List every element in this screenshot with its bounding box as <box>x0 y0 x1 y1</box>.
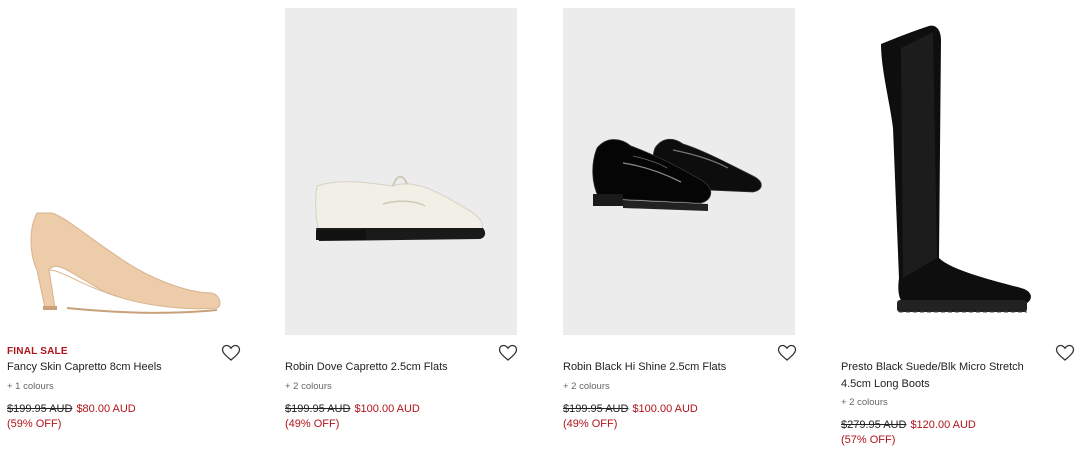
sale-price: $80.00 AUD <box>76 403 136 415</box>
original-price: $279.95 AUD <box>841 419 907 431</box>
heart-outline-icon[interactable] <box>498 344 518 362</box>
product-image[interactable] <box>285 8 517 335</box>
colour-count[interactable]: + 2 colours <box>285 381 332 392</box>
product-card[interactable]: Robin Black Hi Shine 2.5cm Flats + 2 col… <box>563 0 803 453</box>
product-image[interactable] <box>841 8 1073 335</box>
product-name[interactable]: Fancy Skin Capretto 8cm Heels <box>7 359 217 376</box>
long-boot-image <box>881 25 1031 313</box>
final-sale-badge: FINAL SALE <box>7 346 68 357</box>
black-loafer-image <box>592 138 762 211</box>
original-price: $199.95 AUD <box>563 403 629 415</box>
product-card[interactable]: Presto Black Suede/Blk Micro Stretch 4.5… <box>841 0 1080 453</box>
discount-label: (49% OFF) <box>285 418 340 430</box>
price: $199.95 AUD $100.00 AUD <box>285 402 420 416</box>
product-name[interactable]: Robin Dove Capretto 2.5cm Flats <box>285 359 495 376</box>
product-image[interactable] <box>7 8 239 335</box>
discount-label: (59% OFF) <box>7 418 62 430</box>
colour-count[interactable]: + 2 colours <box>563 381 610 392</box>
colour-count[interactable]: + 1 colours <box>7 381 54 392</box>
price: $279.95 AUD $120.00 AUD <box>841 418 976 432</box>
heart-outline-icon[interactable] <box>777 344 797 362</box>
product-card[interactable]: Robin Dove Capretto 2.5cm Flats + 2 colo… <box>285 0 525 453</box>
heart-outline-icon[interactable] <box>221 344 241 362</box>
product-card[interactable]: FINAL SALE Fancy Skin Capretto 8cm Heels… <box>7 0 247 453</box>
sale-price: $120.00 AUD <box>910 419 976 431</box>
product-name[interactable]: Robin Black Hi Shine 2.5cm Flats <box>563 359 773 376</box>
colour-count[interactable]: + 2 colours <box>841 397 888 408</box>
discount-label: (49% OFF) <box>563 418 618 430</box>
sale-price: $100.00 AUD <box>632 403 698 415</box>
price: $199.95 AUD $80.00 AUD <box>7 402 136 416</box>
discount-label: (57% OFF) <box>841 434 896 446</box>
heel-shoe-image <box>30 212 221 314</box>
product-name[interactable]: Presto Black Suede/Blk Micro Stretch 4.5… <box>841 359 1051 393</box>
original-price: $199.95 AUD <box>285 403 351 415</box>
heart-outline-icon[interactable] <box>1055 344 1075 362</box>
sale-price: $100.00 AUD <box>354 403 420 415</box>
price: $199.95 AUD $100.00 AUD <box>563 402 698 416</box>
original-price: $199.95 AUD <box>7 403 73 415</box>
white-loafer-image <box>315 175 486 241</box>
product-image[interactable] <box>563 8 795 335</box>
